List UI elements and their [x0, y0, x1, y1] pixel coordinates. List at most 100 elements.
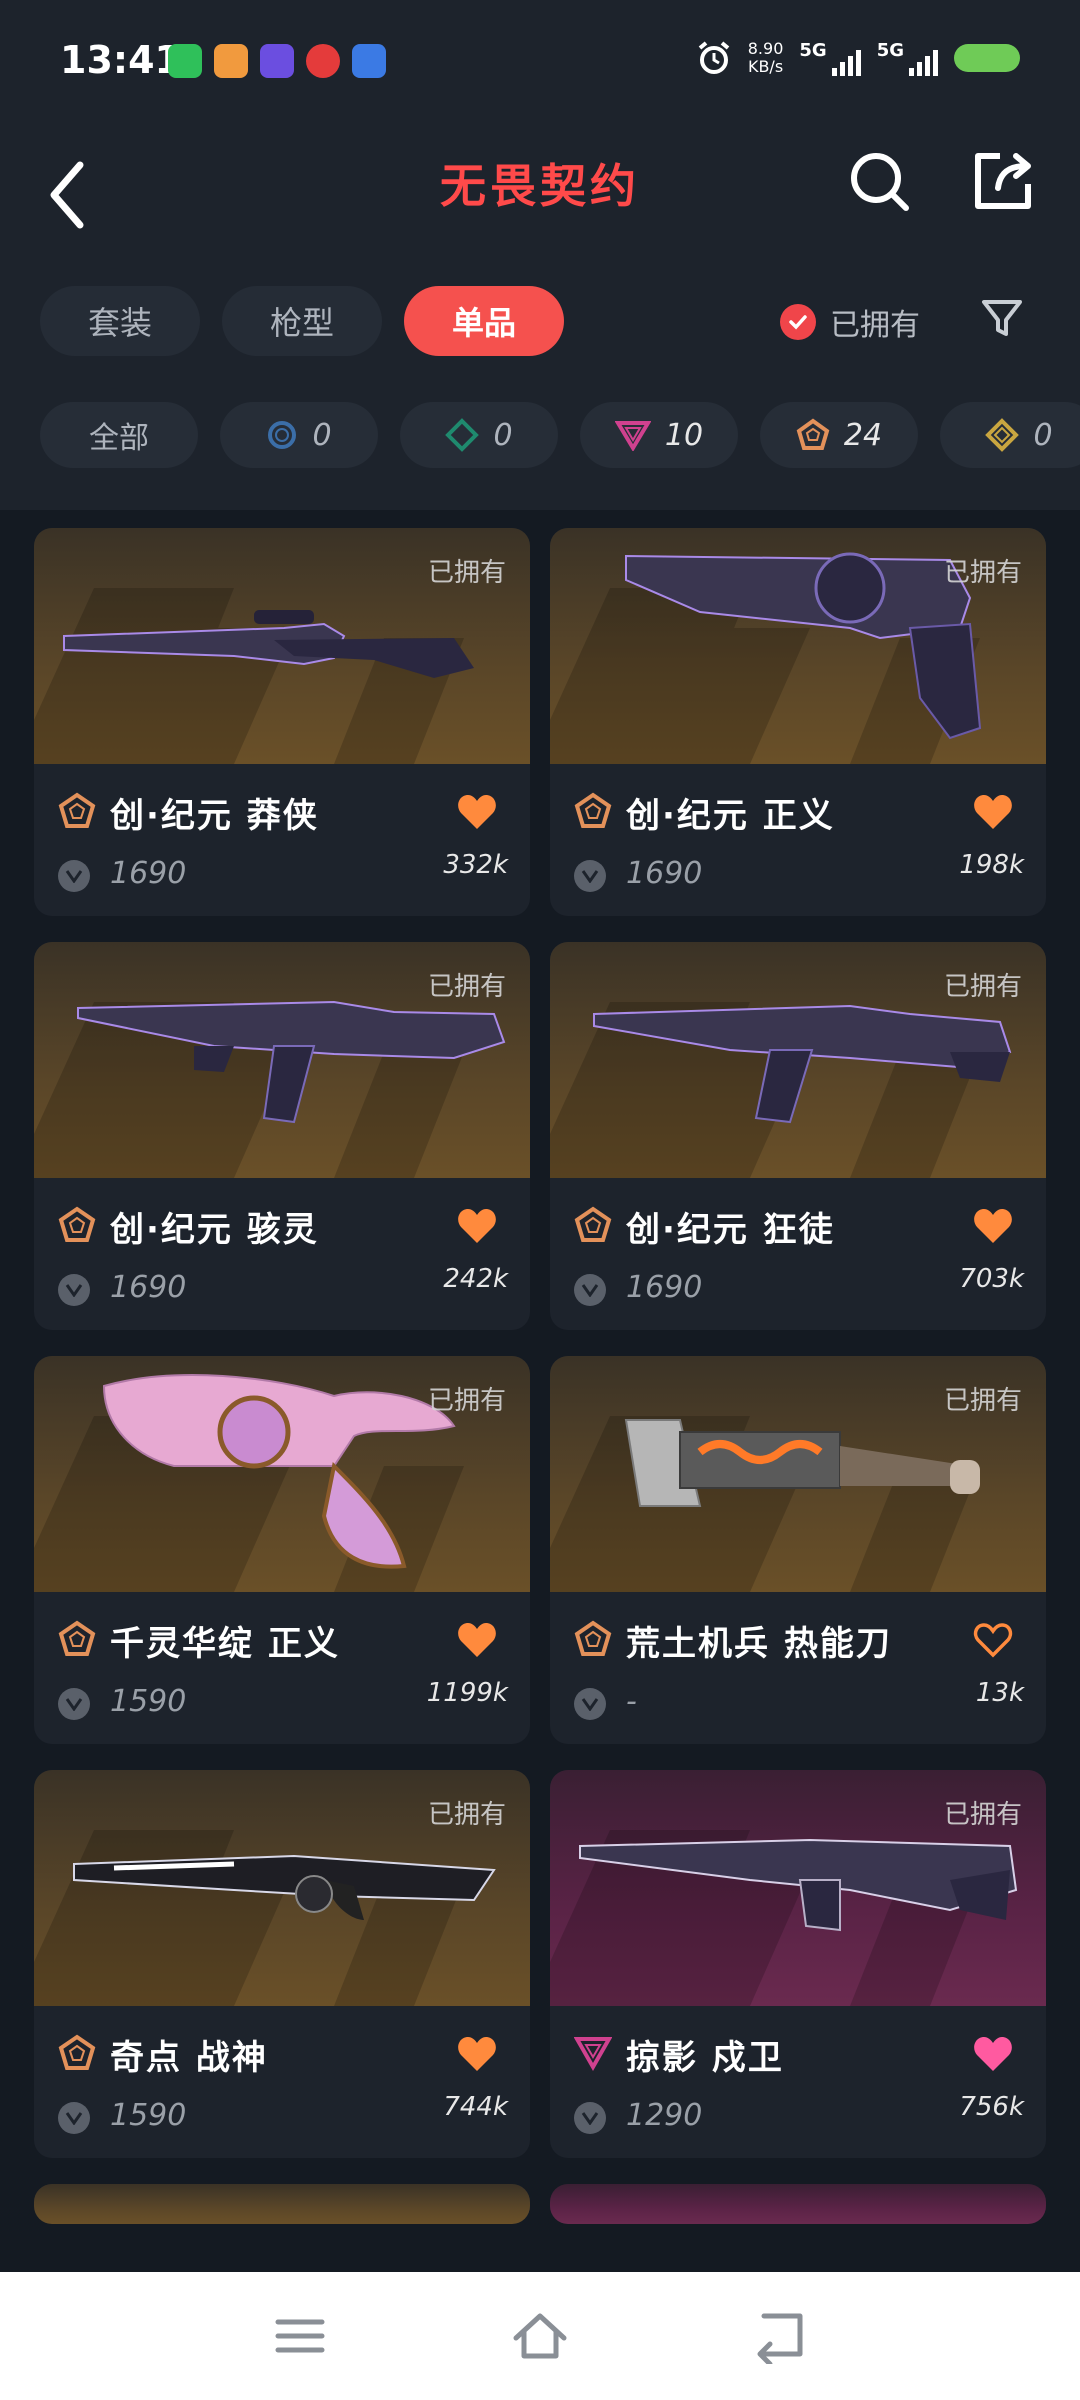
net-speed: 8.90 KB/s	[747, 39, 784, 76]
like-count: 332k	[443, 850, 508, 880]
rarity-chip-pentagon[interactable]: 24	[760, 402, 918, 468]
chat-app-icon	[214, 44, 248, 78]
item-card[interactable]: 已拥有 掠影 戍卫 1290 756k	[550, 1770, 1046, 2158]
category-tabs: 套装 枪型 单品	[40, 286, 564, 356]
item-card-partial[interactable]	[550, 2184, 1046, 2224]
item-image: 已拥有	[34, 1770, 530, 2006]
like-count: 756k	[959, 2092, 1024, 2122]
owned-label: 已拥有	[427, 558, 506, 588]
infinity-app-icon	[260, 44, 294, 78]
item-image: 已拥有	[550, 1770, 1046, 2006]
owned-label: 已拥有	[427, 1800, 506, 1830]
item-image: 已拥有	[550, 528, 1046, 764]
like-count: 198k	[959, 850, 1024, 880]
like-count: 744k	[443, 2092, 508, 2122]
heart-outline-icon[interactable]	[972, 1620, 1014, 1660]
item-price: 1590	[110, 2098, 187, 2133]
vp-currency-icon	[574, 2102, 606, 2134]
owned-filter-toggle[interactable]: 已拥有	[780, 300, 920, 344]
item-name: 奇点 战神	[110, 2038, 268, 2078]
pentagon-tier-icon	[58, 1620, 96, 1656]
list-fade	[0, 2226, 1080, 2272]
rarity-chip-triangle[interactable]: 10	[580, 402, 738, 468]
item-card[interactable]: 已拥有 荒土机兵 热能刀 - 13k	[550, 1356, 1046, 1744]
signal-5g-2: 5G	[877, 40, 938, 76]
item-card[interactable]: 已拥有 千灵华绽 正义 1590 1199k	[34, 1356, 530, 1744]
owned-label: 已拥有	[943, 558, 1022, 588]
battery-icon	[954, 44, 1020, 72]
item-price: -	[626, 1684, 637, 1719]
red-app-icon	[306, 44, 340, 78]
item-name: 创·纪元 狂徒	[626, 1210, 835, 1250]
item-card[interactable]: 已拥有 创·纪元 正义 1690 198k	[550, 528, 1046, 916]
item-card[interactable]: 已拥有 创·纪元 狂徒 1690 703k	[550, 942, 1046, 1330]
signal-5g-1: 5G	[799, 40, 861, 76]
tab-single-item[interactable]: 单品	[404, 286, 564, 356]
rarity-chip-rhombus[interactable]: 0	[940, 402, 1080, 468]
menu-icon[interactable]	[270, 2308, 330, 2364]
vp-currency-icon	[58, 1688, 90, 1720]
item-image: 已拥有	[34, 528, 530, 764]
share-icon[interactable]	[970, 148, 1036, 214]
owned-label: 已拥有	[427, 972, 506, 1002]
tab-set[interactable]: 套装	[40, 286, 200, 356]
item-price: 1290	[626, 2098, 703, 2133]
heart-icon[interactable]	[456, 2034, 498, 2074]
item-image	[34, 2184, 530, 2224]
item-image	[550, 2184, 1046, 2224]
rarity-chip-diamond[interactable]: 0	[400, 402, 558, 468]
item-name: 创·纪元 莽侠	[110, 796, 319, 836]
heart-icon[interactable]	[972, 2034, 1014, 2074]
item-image: 已拥有	[34, 1356, 530, 1592]
item-price: 1690	[110, 856, 187, 891]
item-name: 荒土机兵 热能刀	[626, 1624, 892, 1664]
item-card-partial[interactable]	[34, 2184, 530, 2224]
blue-app-icon	[352, 44, 386, 78]
rarity-chip-all[interactable]: 全部	[40, 402, 198, 468]
vp-currency-icon	[58, 1274, 90, 1306]
item-card[interactable]: 已拥有 创·纪元 莽侠 1690 332k	[34, 528, 530, 916]
rarity-filter-row: 全部 0 0 10 24 0	[0, 360, 1080, 510]
item-card[interactable]: 已拥有 创·纪元 骇灵 1690 242k	[34, 942, 530, 1330]
notification-icons	[168, 44, 386, 78]
pentagon-tier-icon	[58, 1206, 96, 1242]
item-image: 已拥有	[34, 942, 530, 1178]
heart-icon[interactable]	[972, 792, 1014, 832]
search-icon[interactable]	[848, 150, 912, 214]
item-price: 1690	[626, 1270, 703, 1305]
vp-currency-icon	[58, 860, 90, 892]
pentagon-tier-icon	[574, 792, 612, 828]
home-icon[interactable]	[510, 2308, 570, 2364]
wechat-icon	[168, 44, 202, 78]
pentagon-tier-icon	[58, 792, 96, 828]
like-count: 242k	[443, 1264, 508, 1294]
heart-icon[interactable]	[456, 1620, 498, 1660]
heart-icon[interactable]	[456, 792, 498, 832]
item-price: 1590	[110, 1684, 187, 1719]
vp-currency-icon	[574, 1688, 606, 1720]
like-count: 13k	[975, 1678, 1024, 1708]
filter-icon[interactable]	[980, 296, 1024, 340]
pentagon-tier-icon	[574, 1206, 612, 1242]
system-nav-bar	[0, 2272, 1080, 2400]
circle-tier-icon	[268, 421, 297, 449]
checkmark-icon[interactable]	[780, 304, 816, 340]
item-name: 创·纪元 正义	[626, 796, 835, 836]
vp-currency-icon	[574, 1274, 606, 1306]
item-card[interactable]: 已拥有 奇点 战神 1590 744k	[34, 1770, 530, 2158]
item-price: 1690	[626, 856, 703, 891]
triangle-tier-icon	[614, 421, 651, 451]
owned-filter-label: 已拥有	[830, 308, 920, 343]
heart-icon[interactable]	[972, 1206, 1014, 1246]
header: 无畏契约 套装 枪型 单品 已拥有	[0, 120, 1080, 360]
vp-currency-icon	[58, 2102, 90, 2134]
rarity-chip-circle[interactable]: 0	[220, 402, 378, 468]
vp-currency-icon	[574, 860, 606, 892]
status-bar: 13:41 8.90 KB/s 5G 5G	[0, 0, 1080, 120]
heart-icon[interactable]	[456, 1206, 498, 1246]
item-price: 1690	[110, 1270, 187, 1305]
like-count: 1199k	[426, 1678, 508, 1708]
back-icon[interactable]	[750, 2308, 810, 2364]
item-name: 掠影 戍卫	[626, 2038, 784, 2078]
tab-gun-type[interactable]: 枪型	[222, 286, 382, 356]
